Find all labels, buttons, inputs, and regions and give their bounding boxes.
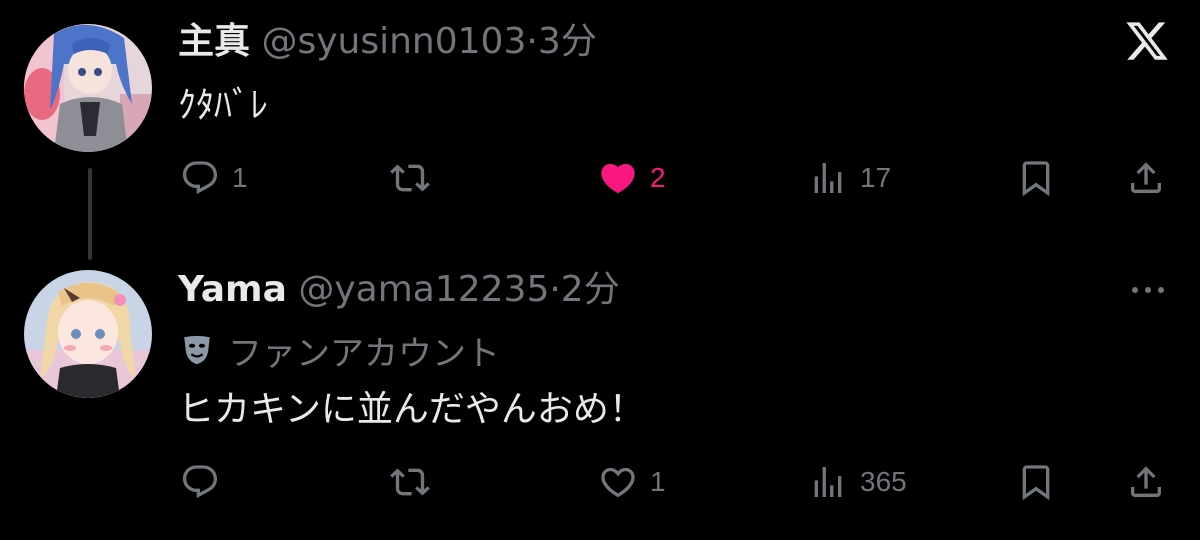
separator-dot: · [526,21,538,62]
bookmark-button[interactable] [1016,154,1056,202]
reply-count: 1 [232,162,248,193]
heart-outline-icon [601,467,635,498]
more-options-button[interactable] [1132,286,1164,294]
heart-filled-icon [601,163,635,194]
like-count: 1 [650,466,666,497]
display-name[interactable]: Yama [178,269,287,310]
retweet-icon [390,468,430,496]
masks-icon [184,335,210,365]
share-icon [1131,162,1161,193]
x-logo-icon[interactable] [1124,18,1170,64]
retweet-button[interactable] [390,154,442,202]
avatar[interactable] [24,24,152,152]
user-handle[interactable]: @yama12235 [298,269,549,310]
reply-icon [182,161,218,195]
display-name[interactable]: 主真 [178,21,250,62]
tweet-text: ヒカキンに並んだやんおめ！ [178,389,645,430]
reply-button[interactable]: 1 [180,154,248,202]
avatar[interactable] [24,270,152,398]
user-handle[interactable]: @syusinn0103 [261,21,526,62]
fan-account-label: ファンアカウント [180,330,500,374]
timestamp[interactable]: 3分 [538,21,597,62]
more-dot-icon [1132,287,1138,293]
reply-button[interactable] [180,458,232,506]
share-button[interactable] [1126,154,1166,202]
more-dot-icon [1145,287,1151,293]
reply-icon [182,465,218,499]
analytics-icon [814,163,842,193]
like-count: 2 [650,162,666,193]
bookmark-icon [1022,161,1050,197]
retweet-button[interactable] [390,458,442,506]
bookmark-button[interactable] [1016,458,1056,506]
views-button[interactable]: 365 [808,458,907,506]
thread-connector-line [88,168,92,260]
like-button[interactable]: 2 [598,154,666,202]
view-count: 365 [860,466,907,497]
share-button[interactable] [1126,458,1166,506]
more-dot-icon [1158,287,1164,293]
separator-dot: · [549,269,561,310]
bookmark-icon [1022,465,1050,501]
share-icon [1131,466,1161,497]
timestamp[interactable]: 2分 [561,269,620,310]
retweet-icon [390,164,430,192]
analytics-icon [814,467,842,497]
views-button[interactable]: 17 [808,154,891,202]
tweet-text: ｸﾀﾊﾞﾚ [178,85,268,126]
like-button[interactable]: 1 [598,458,666,506]
view-count: 17 [860,162,892,193]
fan-account-text: ファンアカウント [228,333,500,374]
